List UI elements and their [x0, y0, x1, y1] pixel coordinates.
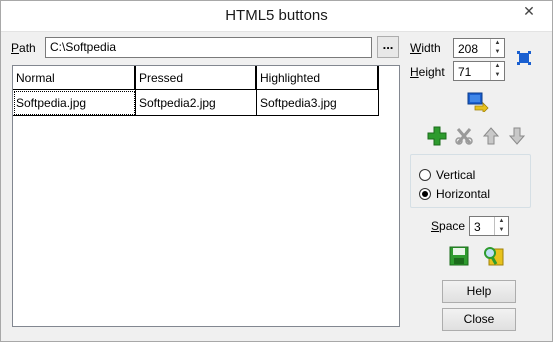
height-spinner[interactable]: 71 ▲ ▼: [453, 61, 505, 81]
horizontal-radio[interactable]: [419, 188, 431, 200]
browse-button[interactable]: ...: [377, 36, 399, 58]
path-label: Path: [11, 41, 36, 55]
add-icon[interactable]: [427, 126, 447, 149]
orientation-group: Vertical Horizontal: [410, 154, 531, 208]
app-window: HTML5 buttons ✕ Path C:\Softpedia ... No…: [0, 0, 553, 342]
width-value: 208: [458, 42, 479, 56]
height-label: Height: [410, 65, 445, 79]
title-bar: HTML5 buttons ✕: [1, 1, 552, 32]
delete-icon[interactable]: [454, 126, 474, 149]
vertical-radio[interactable]: [419, 169, 431, 181]
images-grid[interactable]: Normal Pressed Highlighted Softpedia.jpg…: [12, 65, 400, 327]
space-spin-arrows[interactable]: ▲ ▼: [494, 217, 508, 235]
cell-normal[interactable]: Softpedia.jpg: [13, 90, 136, 116]
import-icon[interactable]: [467, 92, 489, 115]
cell-pressed[interactable]: Softpedia2.jpg: [136, 90, 257, 116]
space-label: Space: [431, 219, 466, 233]
column-header-pressed[interactable]: Pressed: [136, 66, 257, 90]
width-spin-arrows[interactable]: ▲ ▼: [490, 39, 504, 57]
width-spinner[interactable]: 208 ▲ ▼: [453, 38, 505, 58]
space-spinner[interactable]: 3 ▲ ▼: [469, 216, 509, 236]
column-header-highlighted[interactable]: Highlighted: [257, 66, 379, 90]
width-label: Width: [410, 41, 441, 55]
fit-image-icon[interactable]: [516, 50, 532, 69]
height-value: 71: [458, 65, 472, 79]
column-header-normal[interactable]: Normal: [13, 66, 136, 90]
move-down-icon[interactable]: [507, 126, 527, 149]
window-title: HTML5 buttons: [225, 7, 328, 24]
cell-highlighted[interactable]: Softpedia3.jpg: [257, 90, 379, 116]
grid-header: Normal Pressed Highlighted: [13, 66, 379, 90]
window-close-button[interactable]: ✕: [512, 1, 546, 22]
move-up-icon[interactable]: [481, 126, 501, 149]
path-input[interactable]: C:\Softpedia: [45, 37, 372, 58]
vertical-label: Vertical: [436, 168, 476, 182]
help-button[interactable]: Help: [442, 280, 516, 303]
horizontal-label: Horizontal: [436, 187, 491, 201]
table-row[interactable]: Softpedia.jpg Softpedia2.jpg Softpedia3.…: [13, 90, 379, 116]
close-button[interactable]: Close: [442, 308, 516, 331]
height-spin-arrows[interactable]: ▲ ▼: [490, 62, 504, 80]
save-icon[interactable]: [449, 246, 469, 269]
space-value: 3: [474, 220, 481, 234]
preview-icon[interactable]: [483, 245, 505, 270]
